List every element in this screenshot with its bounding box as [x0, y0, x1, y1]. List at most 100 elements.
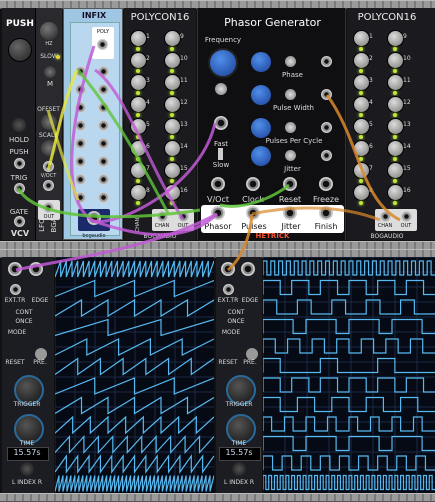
polycon16-right-knob-8[interactable]	[353, 184, 370, 201]
scope-left-in-jack-2[interactable]	[29, 262, 43, 276]
infix-in-13[interactable]	[98, 138, 109, 149]
phasor-pulses-per-cycle-cv-jack[interactable]	[321, 122, 332, 133]
scope-right-in-jack-2[interactable]	[241, 262, 255, 276]
scope-left-in-jack-1[interactable]	[8, 262, 22, 276]
polycon16-right-out-jack[interactable]	[401, 211, 412, 222]
scope-left-ext-tr-jack[interactable]	[10, 284, 21, 295]
polycon16-left-knob-11[interactable]	[164, 74, 181, 91]
phasor-frequency-cv-jack[interactable]	[214, 116, 228, 130]
scope-right-ext-tr-jack[interactable]	[223, 284, 234, 295]
infix-in-9[interactable]	[98, 66, 109, 77]
phasor-pulse-width-cv-jack[interactable]	[321, 89, 332, 100]
infix-in-1[interactable]	[75, 66, 86, 77]
lfo-voct-jack[interactable]	[43, 180, 54, 191]
polycon16-left-knob-6[interactable]	[130, 140, 147, 157]
polycon16-left-knob-16[interactable]	[164, 184, 181, 201]
phasor-pulses-out-jack[interactable]	[246, 206, 260, 220]
polycon16-left-knob-1[interactable]	[130, 30, 147, 47]
phasor-voct-jack[interactable]	[211, 177, 225, 191]
phasor-jitter-cv-jack[interactable]	[321, 150, 332, 161]
polycon16-left-knob-15[interactable]	[164, 162, 181, 179]
infix-in-2[interactable]	[75, 84, 86, 95]
push-hold-knob[interactable]	[8, 38, 32, 62]
polycon16-right-knob-12[interactable]	[387, 96, 404, 113]
polycon16-left-knob-13[interactable]	[164, 118, 181, 135]
polycon16-right-knob-7[interactable]	[353, 162, 370, 179]
phasor-pulse-width-knob[interactable]	[251, 85, 271, 105]
phasor-phase-knob[interactable]	[251, 52, 271, 72]
polycon16-right-knob-14[interactable]	[387, 140, 404, 157]
polycon16-left-knob-5[interactable]	[130, 118, 147, 135]
infix-in-8[interactable]	[75, 192, 86, 203]
phasor-fast-slow-switch[interactable]	[218, 148, 223, 160]
polycon16-right-knob-11[interactable]	[387, 74, 404, 91]
phasor-phasor-out-jack[interactable]	[211, 206, 225, 220]
polycon16-right-knob-4[interactable]	[353, 96, 370, 113]
push-trig-jack[interactable]	[14, 183, 25, 194]
polycon16-left-knob-4[interactable]	[130, 96, 147, 113]
infix-in-14[interactable]	[98, 156, 109, 167]
phasor-clock-jack[interactable]	[246, 177, 260, 191]
polycon16-left-out-jack[interactable]	[178, 211, 189, 222]
infix-in-16[interactable]	[98, 192, 109, 203]
infix-in-3[interactable]	[75, 102, 86, 113]
polycon16-right-knob-9[interactable]	[387, 30, 404, 47]
polycon16-right-knob-15[interactable]	[387, 162, 404, 179]
polycon16-right-knob-6[interactable]	[353, 140, 370, 157]
polycon16-left-knob-9[interactable]	[164, 30, 181, 47]
phasor-reset-jack[interactable]	[283, 177, 297, 191]
lfo-m-knob[interactable]	[44, 66, 56, 78]
phasor-jitter-atten[interactable]	[285, 150, 296, 161]
polycon16-left-chan-jack[interactable]	[157, 211, 168, 222]
phasor-frequency-atten[interactable]	[215, 83, 227, 95]
infix-in-11[interactable]	[98, 102, 109, 113]
polycon16-left-knob-10[interactable]	[164, 52, 181, 69]
phasor-jitter-knob[interactable]	[251, 146, 271, 166]
phasor-finish-out-jack[interactable]	[319, 206, 333, 220]
phasor-phase-cv-jack[interactable]	[321, 56, 332, 67]
polycon16-left-knob-2[interactable]	[130, 52, 147, 69]
lfo-sync-jack[interactable]	[43, 161, 54, 172]
infix-in-12[interactable]	[98, 120, 109, 131]
phasor-jitter-out-jack[interactable]	[283, 206, 297, 220]
push-push-label: PUSH	[9, 148, 29, 156]
polycon16-right-knob-3[interactable]	[353, 74, 370, 91]
phasor-frequency-knob[interactable]	[208, 48, 238, 78]
polycon16-right-chan-jack[interactable]	[380, 211, 391, 222]
polycon16-left-knob-7[interactable]	[130, 162, 147, 179]
lfo-out-jack[interactable]	[43, 202, 54, 213]
phasor-pulse-width-atten[interactable]	[285, 89, 296, 100]
polycon16-right-knob-16[interactable]	[387, 184, 404, 201]
lfo-offset-knob[interactable]	[41, 114, 57, 130]
scope-left-index-knob[interactable]	[20, 462, 34, 476]
infix-in-7[interactable]	[75, 174, 86, 185]
infix-in-15[interactable]	[98, 174, 109, 185]
polycon16-right-knob-13[interactable]	[387, 118, 404, 135]
polycon16-right-knob-2[interactable]	[353, 52, 370, 69]
lfo-scale-knob[interactable]	[41, 140, 57, 156]
polycon16-left-channel-led	[170, 157, 174, 161]
infix-out-jack[interactable]	[87, 211, 101, 225]
phasor-pulses-per-cycle-knob[interactable]	[251, 118, 271, 138]
polycon16-right-knob-5[interactable]	[353, 118, 370, 135]
phasor-pulses-per-cycle-atten[interactable]	[285, 122, 296, 133]
infix-poly-jack[interactable]	[97, 39, 108, 50]
polycon16-right-knob-1[interactable]	[353, 30, 370, 47]
infix-in-10[interactable]	[98, 84, 109, 95]
lfo-freq-knob[interactable]	[40, 22, 58, 40]
scope-right-in-jack-1[interactable]	[221, 262, 235, 276]
polycon16-left-knob-8[interactable]	[130, 184, 147, 201]
push-gate-jack[interactable]	[14, 216, 25, 227]
phasor-phase-atten[interactable]	[285, 56, 296, 67]
phasor-freeze-jack[interactable]	[319, 177, 333, 191]
polycon16-left-knob-3[interactable]	[130, 74, 147, 91]
infix-in-4[interactable]	[75, 120, 86, 131]
polycon16-right-knob-10[interactable]	[387, 52, 404, 69]
infix-in-6[interactable]	[75, 156, 86, 167]
scope-right-index-knob[interactable]	[232, 462, 246, 476]
polycon16-left-knob-14[interactable]	[164, 140, 181, 157]
polycon16-left-knob-12[interactable]	[164, 96, 181, 113]
push-hold-small-knob[interactable]	[12, 118, 26, 132]
push-push-jack[interactable]	[14, 158, 25, 169]
infix-in-5[interactable]	[75, 138, 86, 149]
